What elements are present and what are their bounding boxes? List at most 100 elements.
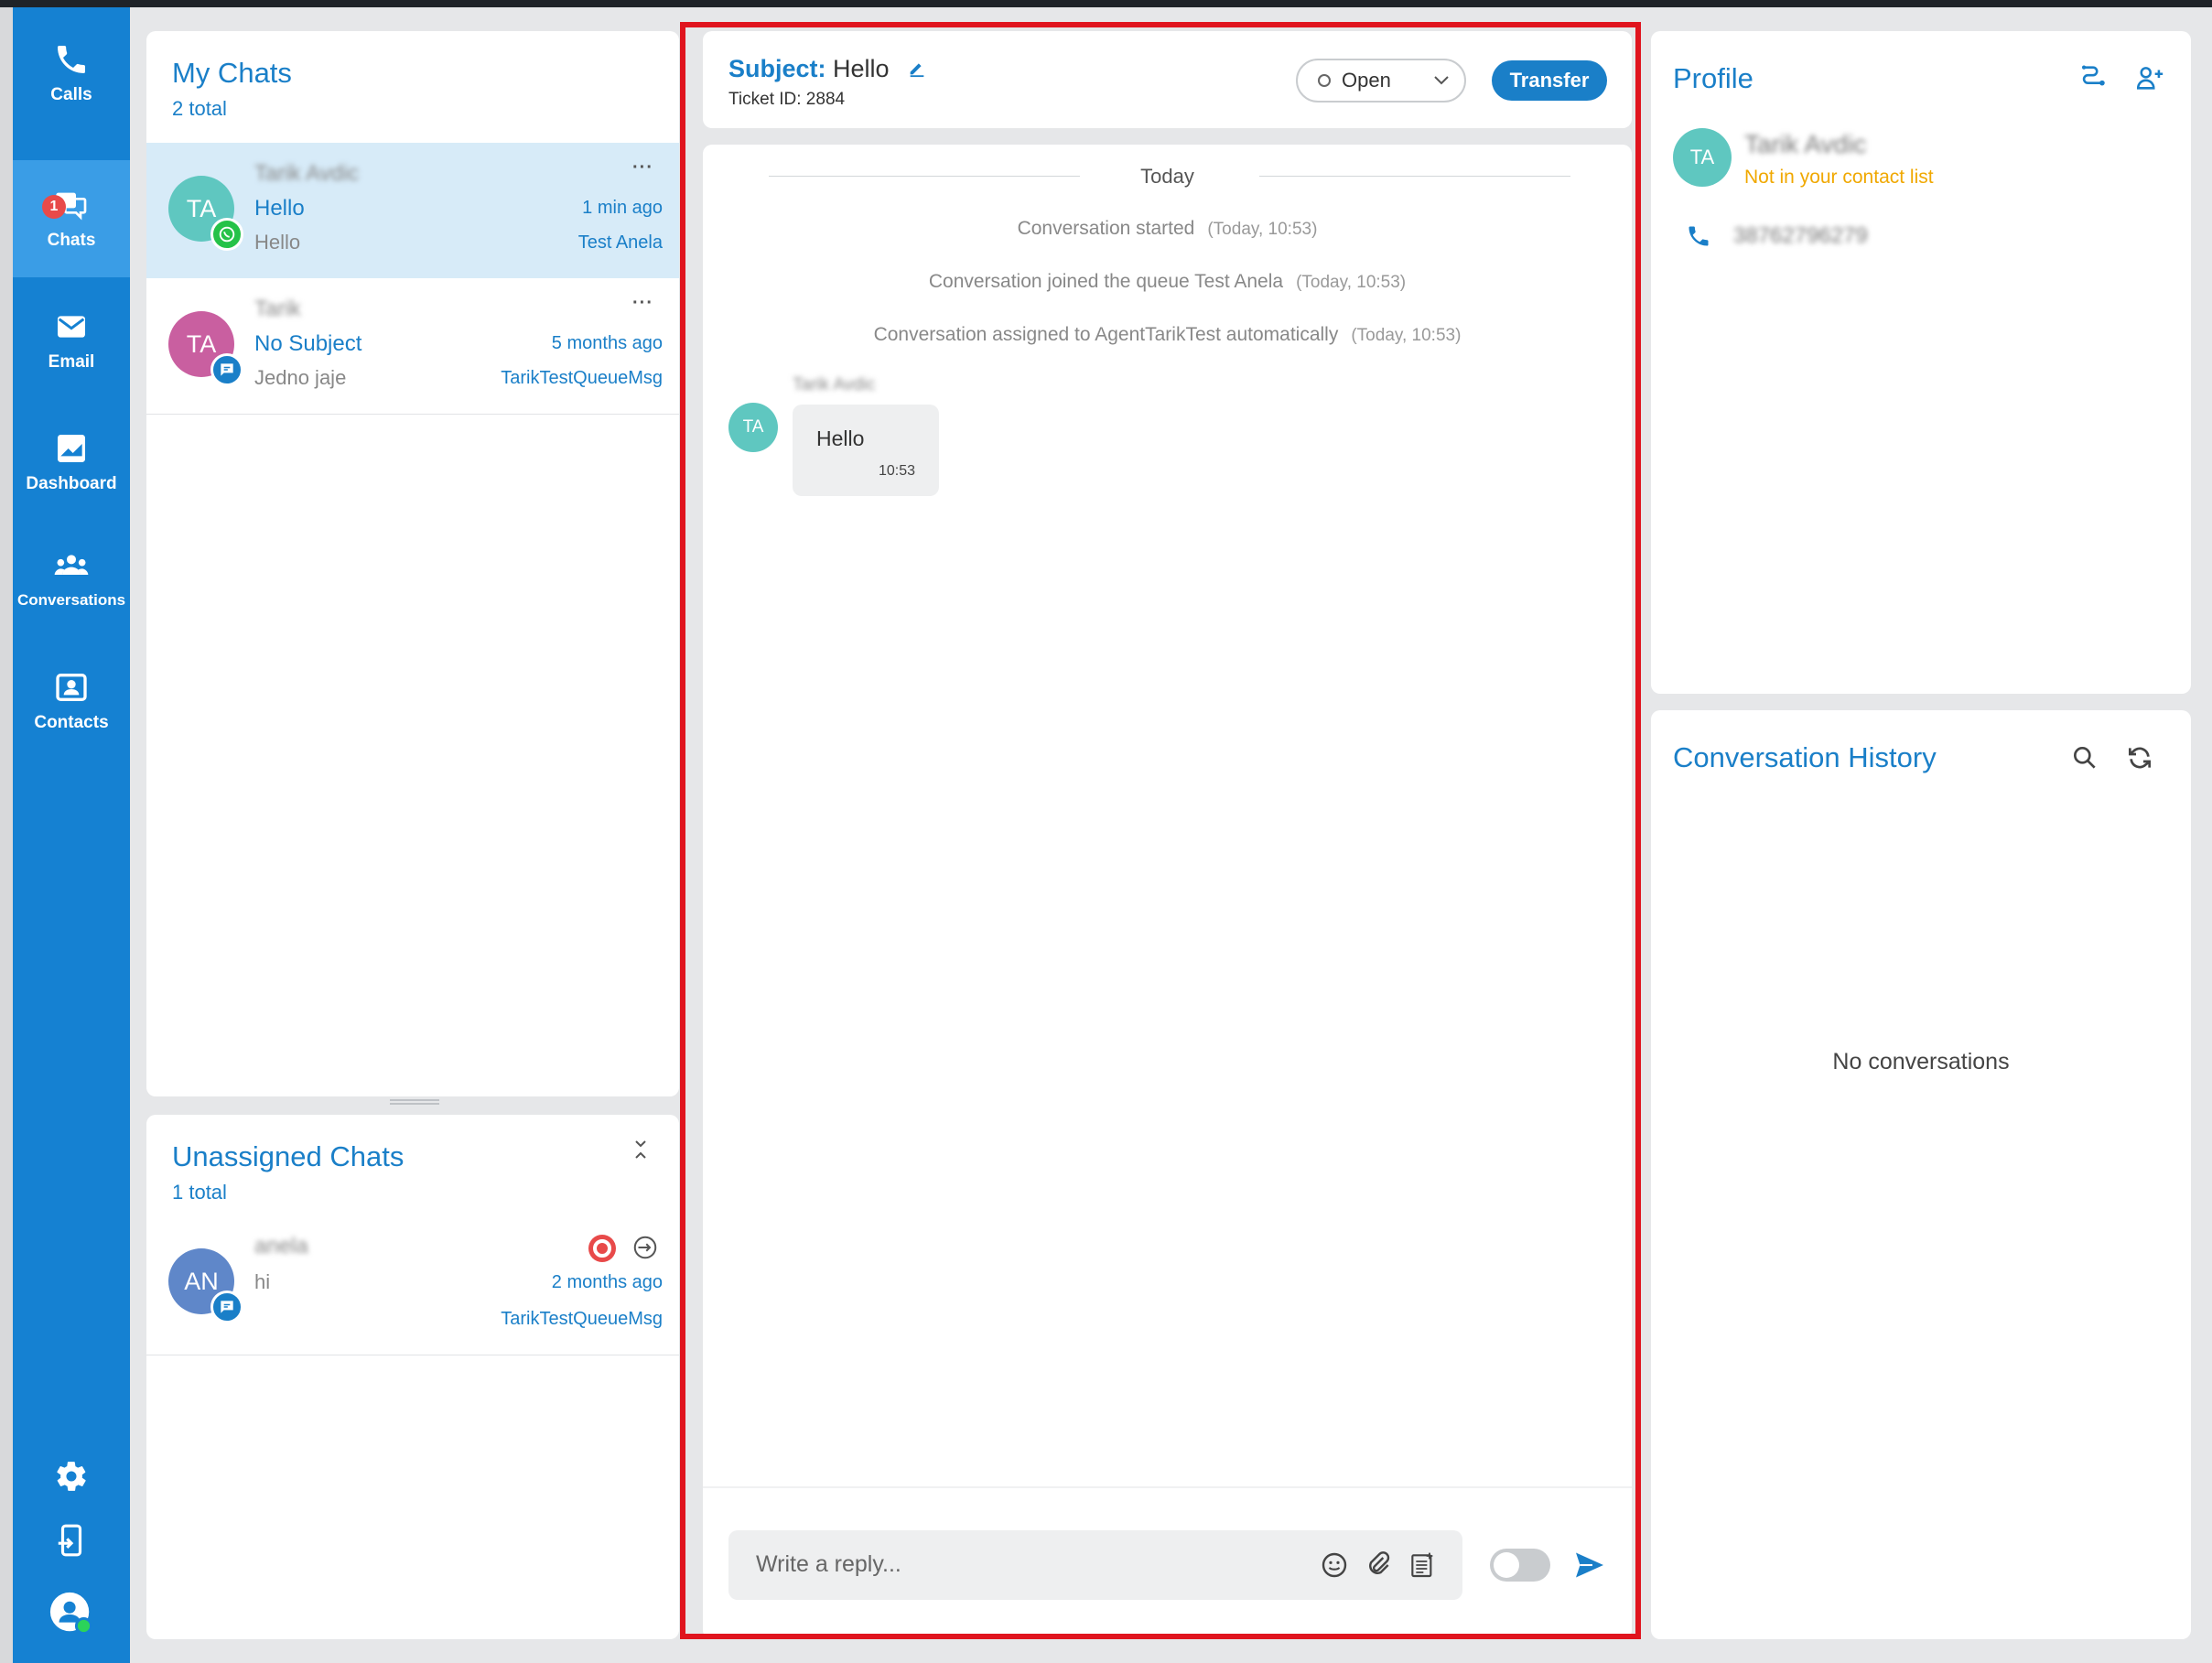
conversation-header: Subject: Hello Ticket ID: 2884 Open Tran…: [703, 31, 1632, 128]
message-sender: Tarik Avdic: [793, 375, 876, 394]
ticket-id: Ticket ID: 2884: [728, 90, 846, 109]
nav-label-chats: Chats: [47, 231, 96, 250]
composer-divider: [703, 1486, 1632, 1488]
my-chats-count: 2 total: [172, 97, 227, 120]
chat-time: 1 min ago: [582, 198, 663, 218]
contact-name: Tarik: [254, 297, 301, 321]
chat-preview: Hello: [254, 231, 301, 254]
toggle-knob: [1494, 1552, 1519, 1578]
nav-label-email: Email: [48, 352, 95, 372]
system-event: Conversation started (Today, 10:53): [703, 218, 1632, 240]
nav-item-conversations[interactable]: Conversations: [13, 520, 130, 637]
nav-item-chats[interactable]: 1 Chats: [13, 160, 130, 277]
row-divider: [146, 414, 679, 415]
reply-input[interactable]: Write a reply...: [728, 1530, 1462, 1600]
chat-list-item[interactable]: AN anela hi 2 months ago TarikTestQueueM…: [146, 1215, 679, 1351]
emoji-icon[interactable]: [1320, 1550, 1349, 1584]
search-icon[interactable]: [2070, 743, 2099, 777]
system-event: Conversation assigned to AgentTarikTest …: [703, 324, 1632, 346]
message-time: 10:53: [878, 463, 915, 479]
window-left-edge: [0, 7, 13, 1663]
chat-bubble-icon: [210, 1290, 243, 1323]
message-text: Hello: [816, 427, 865, 450]
chat-queue: TarikTestQueueMsg: [501, 1309, 663, 1329]
internal-note-toggle[interactable]: [1490, 1549, 1550, 1582]
unassigned-count: 1 total: [172, 1181, 227, 1204]
more-options-button[interactable]: ···: [632, 293, 653, 314]
chat-preview: Jedno jaje: [254, 366, 347, 389]
template-icon[interactable]: [1408, 1550, 1437, 1584]
user-status-icon: [49, 1592, 92, 1635]
nav-label-contacts: Contacts: [34, 713, 109, 732]
transfer-button[interactable]: Transfer: [1492, 60, 1607, 101]
avatar: TA: [728, 403, 778, 452]
subject-line: Subject: Hello: [728, 55, 927, 84]
profile-name: Tarik Avdic: [1744, 130, 1867, 158]
attachment-icon[interactable]: [1364, 1550, 1393, 1584]
user-status-button[interactable]: [13, 1591, 130, 1636]
subject-text: Hello: [833, 55, 890, 82]
profile-title: Profile: [1673, 62, 1753, 94]
edit-subject-icon[interactable]: [907, 56, 927, 84]
logout-icon: [58, 1524, 82, 1557]
event-text: Conversation started: [1017, 218, 1195, 239]
status-select[interactable]: Open: [1296, 59, 1466, 103]
nav-item-dashboard[interactable]: Dashboard: [13, 404, 130, 521]
email-icon: [58, 316, 85, 338]
refresh-icon[interactable]: [2125, 743, 2154, 777]
event-text: Conversation assigned to AgentTarikTest …: [873, 324, 1339, 345]
dashboard-icon: [58, 435, 85, 462]
whatsapp-icon: [210, 218, 243, 251]
gear-icon: [57, 1462, 86, 1491]
send-icon[interactable]: [1572, 1549, 1607, 1586]
chat-preview: hi: [254, 1270, 271, 1293]
settings-button[interactable]: [13, 1459, 130, 1494]
profile-panel: Profile TA Tarik Avdic Not in your conta…: [1651, 31, 2191, 694]
assign-to-me-icon[interactable]: [631, 1234, 659, 1266]
nav-item-contacts[interactable]: Contacts: [13, 643, 130, 760]
event-time: (Today, 10:53): [1296, 273, 1407, 292]
phone-icon: [58, 46, 85, 73]
status-circle-icon: [1318, 74, 1331, 87]
nav-label-dashboard: Dashboard: [26, 474, 117, 493]
event-time: (Today, 10:53): [1207, 220, 1318, 239]
chevron-down-icon: [1434, 76, 1449, 85]
chat-bubble-icon: [210, 353, 243, 386]
phone-icon: [1686, 223, 1711, 254]
chat-subject: Hello: [254, 196, 305, 221]
collapse-icon[interactable]: [631, 1139, 650, 1166]
chats-unread-badge: 1: [42, 195, 66, 219]
empty-history-text: No conversations: [1832, 1049, 2010, 1074]
contact-name: anela: [254, 1234, 308, 1258]
nav-item-email[interactable]: Email: [13, 282, 130, 399]
group-icon: [54, 555, 89, 575]
profile-phone[interactable]: 38762796279: [1733, 223, 1868, 249]
nav-label-conversations: Conversations: [16, 591, 126, 609]
window-top-bar: [0, 0, 2212, 7]
day-separator-line: [1259, 176, 1570, 177]
message-bubble: Hello 10:53: [793, 405, 939, 496]
chat-list-item[interactable]: TA Tarik Avdic ··· Hello 1 min ago Hello…: [146, 143, 679, 278]
panel-resize-handle[interactable]: [390, 1099, 439, 1105]
logout-button[interactable]: [13, 1523, 130, 1558]
record-icon[interactable]: [588, 1234, 617, 1268]
add-contact-icon[interactable]: [2134, 62, 2165, 98]
reply-placeholder: Write a reply...: [756, 1551, 901, 1577]
chat-time: 2 months ago: [551, 1272, 663, 1292]
nav-item-calls[interactable]: Calls: [13, 15, 130, 132]
history-title: Conversation History: [1673, 741, 1937, 773]
conversation-body: Today Conversation started (Today, 10:53)…: [703, 145, 1632, 1639]
system-event: Conversation joined the queue Test Anela…: [703, 271, 1632, 293]
contact-card-icon: [56, 674, 87, 701]
more-options-button[interactable]: ···: [632, 157, 653, 178]
event-time: (Today, 10:53): [1351, 326, 1462, 345]
chat-queue: Test Anela: [577, 232, 663, 253]
chat-list-item[interactable]: TA Tarik ··· No Subject 5 months ago Jed…: [146, 278, 679, 414]
nav-rail: Calls 1 Chats Email Dashboard Conversati…: [13, 7, 130, 1663]
chat-subject: No Subject: [254, 331, 362, 356]
route-icon[interactable]: [2077, 62, 2109, 98]
nav-label-calls: Calls: [50, 85, 92, 104]
event-text: Conversation joined the queue Test Anela: [928, 271, 1284, 292]
unassigned-chats-panel: Unassigned Chats 1 total AN anela hi 2 m…: [146, 1115, 679, 1639]
contact-status: Not in your contact list: [1744, 167, 1934, 188]
